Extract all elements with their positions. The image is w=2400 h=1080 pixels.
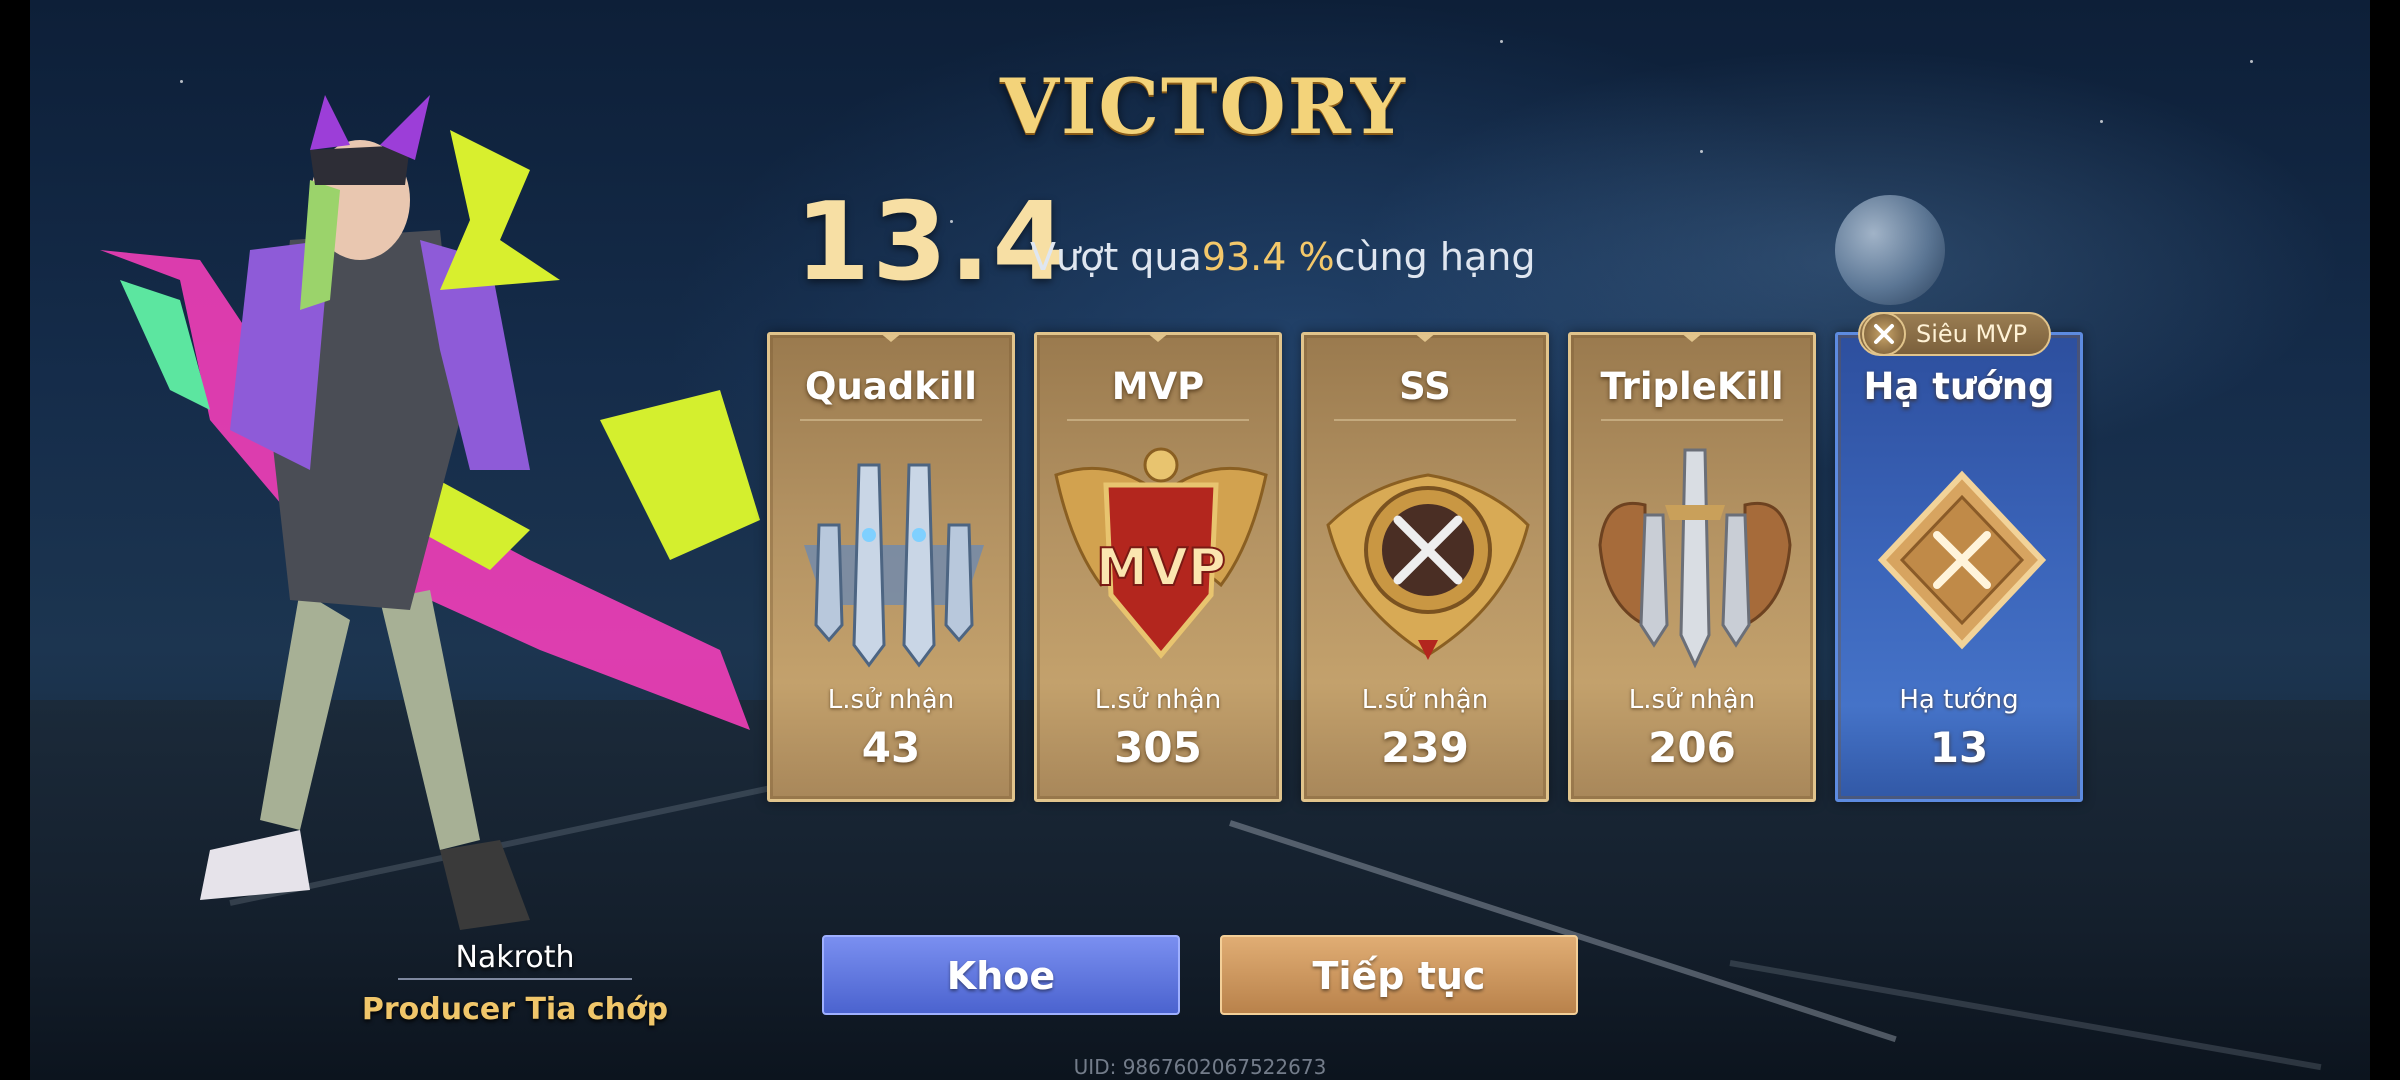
hero-leg xyxy=(260,590,350,830)
card-divider xyxy=(1067,419,1249,421)
player-uid: UID: 9867602067522673 xyxy=(1073,1055,1327,1079)
card-notch xyxy=(1680,332,1704,342)
screen-edge-right xyxy=(2370,0,2400,1080)
crossed-swords-icon xyxy=(1862,312,1906,356)
quadkill-swords-emblem xyxy=(804,463,984,668)
hero-name-divider xyxy=(398,978,632,980)
star xyxy=(2250,60,2253,63)
screen-edge-left xyxy=(0,0,30,1080)
card-divider xyxy=(1334,419,1516,421)
mvp-shield-emblem: MVP xyxy=(1054,447,1268,659)
share-button[interactable]: Khoe xyxy=(822,935,1180,1015)
card-value: 13 xyxy=(1929,723,1989,772)
card-notch xyxy=(1413,332,1437,342)
sieu-mvp-badge: Siêu MVP xyxy=(1858,312,2052,356)
card-title: TripleKill xyxy=(1600,365,1784,408)
card-label: L.sử nhận xyxy=(827,685,955,715)
card-title: Quadkill xyxy=(805,365,977,408)
hero-lightning-ornament xyxy=(440,130,560,290)
victory-screen: VICTORY 13.4 Vượt qua93.4 %cùng hạng Qua… xyxy=(0,0,2400,1080)
hero-leg xyxy=(380,590,480,850)
kill-diamond-emblem xyxy=(1877,470,2047,650)
star xyxy=(2100,120,2103,123)
card-divider xyxy=(800,419,982,421)
ss-crossed-swords-emblem xyxy=(1326,473,1530,660)
card-label: L.sử nhận xyxy=(1094,685,1222,715)
star xyxy=(1500,40,1503,43)
hero-skin-name: Producer Tia chớp xyxy=(361,992,669,1027)
star xyxy=(180,80,183,83)
achievement-card-mvp[interactable]: MVP MVP L.sử nhận 305 xyxy=(1034,332,1282,802)
card-notch xyxy=(879,332,903,342)
hero-name: Nakroth xyxy=(455,940,575,975)
card-label: Hạ tướng xyxy=(1899,685,2019,715)
surpass-text: Vượt qua93.4 %cùng hạng xyxy=(1030,235,1535,279)
card-value: 239 xyxy=(1381,723,1469,772)
hero-shoe xyxy=(440,840,530,930)
achievement-card-triplekill[interactable]: TripleKill L.sử nhận 206 xyxy=(1568,332,1816,802)
star xyxy=(1700,150,1703,153)
card-label: L.sử nhận xyxy=(1361,685,1489,715)
triplekill-swords-emblem xyxy=(1598,448,1792,669)
card-value: 206 xyxy=(1648,723,1736,772)
card-label: L.sử nhận xyxy=(1628,685,1756,715)
hero-nakroth-figure xyxy=(100,95,760,930)
achievement-card-ss[interactable]: SS L.sử nhận 239 xyxy=(1301,332,1549,802)
bow-head xyxy=(600,390,760,560)
card-value: 305 xyxy=(1114,723,1202,772)
continue-button[interactable]: Tiếp tục xyxy=(1220,935,1578,1015)
planet xyxy=(1835,195,1945,305)
card-title: SS xyxy=(1399,365,1451,408)
surpass-prefix: Vượt qua xyxy=(1030,235,1202,279)
card-notch xyxy=(1146,332,1170,342)
match-score: 13.4 xyxy=(795,180,1070,305)
card-value: 43 xyxy=(861,723,921,772)
mvp-emblem-text: MVP xyxy=(1096,538,1226,598)
badge-label: Siêu MVP xyxy=(1916,320,2028,348)
victory-title: VICTORY xyxy=(1000,62,1407,151)
achievement-card-ha-tuong[interactable]: Hạ tướng Hạ tướng 13 xyxy=(1835,332,2083,802)
card-divider xyxy=(1601,419,1783,421)
card-title: Hạ tướng xyxy=(1863,365,2055,408)
surpass-percent: 93.4 % xyxy=(1201,235,1335,279)
hero-cap-ear xyxy=(310,95,350,150)
card-title: MVP xyxy=(1111,365,1205,408)
achievement-card-quadkill[interactable]: Quadkill L.sử nhận 43 xyxy=(767,332,1015,802)
surpass-suffix: cùng hạng xyxy=(1334,235,1536,279)
hero-shoe xyxy=(200,830,310,900)
